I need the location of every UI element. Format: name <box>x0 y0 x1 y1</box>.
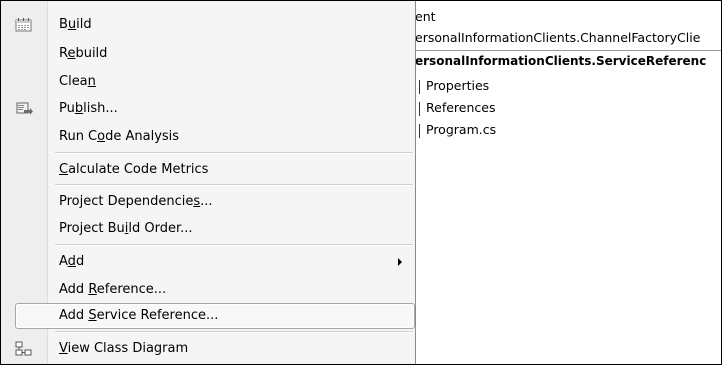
menu-item-label: Run Code Analysis <box>59 129 180 144</box>
menu-item-clean[interactable]: Clean <box>1 69 415 95</box>
solution-explorer: ent ersonalInformationClients.ChannelFac… <box>415 1 721 364</box>
menu-item-label: Publish... <box>59 101 118 116</box>
tree-item-program-cs[interactable]: Program.cs <box>415 120 496 140</box>
project-node-channel-factory[interactable]: ersonalInformationClients.ChannelFactory… <box>415 28 700 48</box>
menu-item-label: Add Reference... <box>59 282 167 297</box>
menu-separator <box>55 244 413 246</box>
class-diagram-icon <box>15 341 33 357</box>
menu-item-run-code-analysis[interactable]: Run Code Analysis <box>1 124 415 150</box>
menu-item-view-class-diagram[interactable]: View Class Diagram <box>1 336 415 362</box>
menu-separator <box>55 331 413 333</box>
menu-item-label: Calculate Code Metrics <box>59 162 209 177</box>
menu-item-label: Build <box>59 17 92 32</box>
build-icon <box>15 17 33 33</box>
menu-item-rebuild[interactable]: Rebuild <box>1 41 415 67</box>
menu-item-add-service-reference[interactable]: Add Service Reference... <box>1 303 415 329</box>
menu-item-project-build-order[interactable]: Project Build Order... <box>1 216 415 242</box>
menu-item-publish[interactable]: Publish... <box>1 96 415 122</box>
menu-separator <box>55 152 413 154</box>
solution-title-fragment: ent <box>415 9 436 24</box>
menu-item-label: Rebuild <box>59 46 108 61</box>
menu-item-label: Add <box>59 254 85 269</box>
tree-item-properties[interactable]: Properties <box>415 76 489 96</box>
project-node-service-reference[interactable]: ersonalInformationClients.ServiceReferen… <box>415 51 706 71</box>
menu-item-label: Project Build Order... <box>59 221 193 236</box>
screenshot-frame: ent ersonalInformationClients.ChannelFac… <box>0 0 722 365</box>
publish-icon <box>15 101 33 117</box>
menu-item-project-dependencies[interactable]: Project Dependencies... <box>1 189 415 215</box>
menu-item-add[interactable]: Add <box>1 249 415 275</box>
menu-separator <box>55 184 413 186</box>
submenu-arrow-icon <box>398 258 402 266</box>
tree-item-references[interactable]: References <box>415 98 495 118</box>
menu-item-label: Clean <box>59 74 96 89</box>
project-context-menu: Build Rebuild Clean Publish... Run Code … <box>1 1 416 364</box>
menu-item-build[interactable]: Build <box>1 12 415 38</box>
menu-item-label: View Class Diagram <box>59 341 189 356</box>
menu-item-label: Add Service Reference... <box>59 308 219 323</box>
menu-item-add-reference[interactable]: Add Reference... <box>1 277 415 303</box>
menu-item-label: Project Dependencies... <box>59 194 213 209</box>
menu-item-calculate-code-metrics[interactable]: Calculate Code Metrics <box>1 157 415 183</box>
